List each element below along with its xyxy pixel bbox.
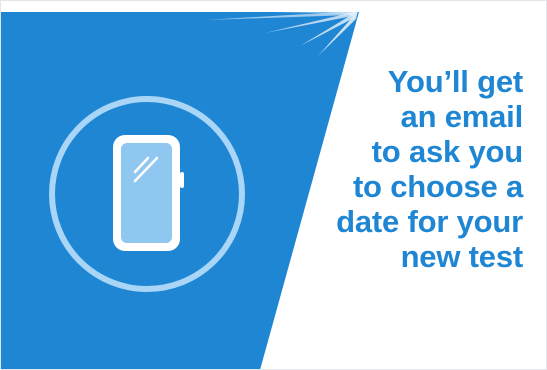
message-line: date for your [336, 204, 523, 239]
message-line: an email [400, 99, 524, 134]
message-line: to ask you [371, 134, 524, 169]
email-notice-message: You’ll get an email to ask you to choose… [293, 64, 523, 274]
email-notice-card: You’ll get an email to ask you to choose… [0, 0, 547, 370]
mobile-phone-icon [113, 135, 184, 251]
message-line: to choose a [352, 169, 523, 204]
message-line: You’ll get [387, 64, 523, 99]
message-line: new test [400, 239, 524, 274]
